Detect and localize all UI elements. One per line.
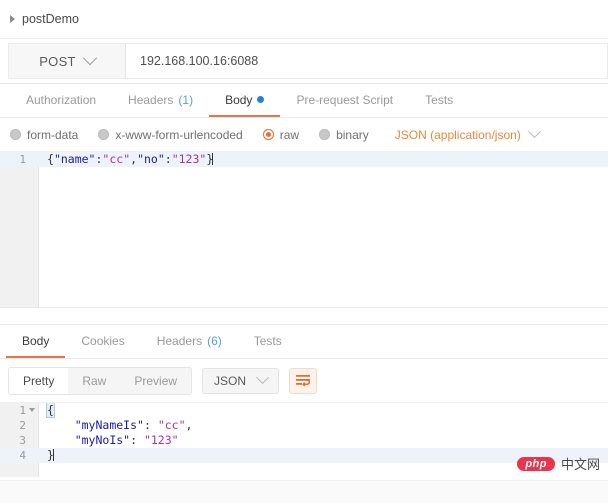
text-caret [52,449,54,461]
body-type-binary[interactable]: binary [319,128,369,142]
json-value: "cc" [157,418,186,432]
json-key: "myNoIs" [74,433,131,447]
body-type-raw-label: raw [279,127,300,142]
request-code-line[interactable]: 1 {"name":"cc","no":"123"} [0,152,608,167]
response-tab-headers-count: (6) [207,333,222,348]
json-separator: : [143,418,158,432]
body-type-row: form-data x-www-form-urlencoded raw bina… [0,118,608,152]
tab-pre-request-script[interactable]: Pre-request Script [280,84,409,117]
tab-body-label: Body [225,92,253,107]
request-url-input[interactable]: 192.168.100.16:6088 [126,43,608,79]
request-url-value: 192.168.100.16:6088 [140,54,259,68]
radio-icon [98,129,110,140]
response-code-text: "myNameIs": "cc", [47,418,193,433]
response-code-line[interactable]: 3 "myNoIs": "123" [0,433,608,448]
http-method-label: POST [39,53,76,69]
response-code-line[interactable]: 4 } [0,448,608,463]
json-comma: , [185,418,193,432]
word-wrap-icon [296,374,311,387]
text-caret [212,153,214,165]
line-number: 2 [19,419,26,432]
tab-headers-count: (1) [178,92,194,107]
chevron-down-icon [82,51,97,66]
tab-tests-label: Tests [425,92,454,107]
tab-body[interactable]: Body [209,84,281,117]
json-value: "123" [143,433,179,447]
body-type-urlencoded[interactable]: x-www-form-urlencoded [98,127,243,142]
content-type-dropdown[interactable]: JSON (application/json) [394,125,541,142]
response-code-text: { [46,403,55,418]
tab-tests[interactable]: Tests [409,84,469,117]
response-tab-tests-label: Tests [253,333,282,348]
request-tab-bar: Authorization Headers (1) Body Pre-reque… [0,84,608,118]
code-key-name: "name" [53,152,96,166]
tab-pre-request-script-label: Pre-request Script [296,92,394,107]
content-type-label: JSON (application/json) [394,127,521,142]
view-mode-raw-label: Raw [82,373,107,388]
unsaved-dot-icon [257,96,265,103]
body-type-form-data[interactable]: form-data [10,128,78,142]
response-section-divider [0,308,608,325]
view-mode-raw[interactable]: Raw [68,368,120,394]
radio-icon [10,129,21,140]
response-code-text: } [47,448,54,463]
response-tab-cookies[interactable]: Cookies [65,325,140,358]
response-tab-tests[interactable]: Tests [238,325,298,358]
code-value-123: "123" [171,152,207,166]
request-url-bar: POST 192.168.100.16:6088 [0,38,608,84]
response-tab-headers-label: Headers [156,333,203,348]
body-type-binary-label: binary [336,127,369,142]
tab-authorization[interactable]: Authorization [10,84,112,117]
body-type-form-data-label: form-data [27,127,79,142]
chevron-down-icon [527,125,541,139]
response-tab-bar: Body Cookies Headers (6) Tests [0,325,608,359]
line-number: 4 [19,449,26,462]
tab-headers-label: Headers [128,92,174,107]
response-view-mode-group: Pretty Raw Preview [8,366,193,395]
fold-triangle-icon[interactable] [29,408,35,412]
breadcrumb: postDemo [0,0,608,38]
view-mode-preview-label: Preview [134,373,178,388]
response-editor-code[interactable]: 1 { 2 "myNameIs": "cc", 3 "myNoIs": "123… [0,403,608,477]
response-toolbar: Pretty Raw Preview JSON [0,359,608,403]
request-body-editor[interactable]: 1 {"name":"cc","no":"123"} [0,152,608,308]
response-code-line[interactable]: 1 { [0,403,608,418]
code-key-no: "no" [137,152,165,166]
response-code-line[interactable]: 2 "myNameIs": "cc", [0,418,608,433]
line-number: 1 [19,153,26,166]
request-editor-code[interactable]: 1 {"name":"cc","no":"123"} [0,152,608,307]
code-value-cc: "cc" [102,152,131,166]
radio-selected-icon [262,129,274,140]
line-number: 1 [19,404,26,417]
json-separator: : [130,433,144,447]
response-code-text: "myNoIs": "123" [47,433,179,448]
body-type-raw[interactable]: raw [262,127,300,142]
code-open-brace: { [47,152,54,166]
view-mode-pretty-label: Pretty [23,373,55,388]
tab-authorization-label: Authorization [26,92,97,107]
http-method-dropdown[interactable]: POST [8,43,126,79]
triangle-right-icon[interactable] [10,15,15,23]
response-format-label: JSON [214,373,247,388]
response-tab-cookies-label: Cookies [81,333,125,348]
radio-icon [319,129,331,140]
footer-strip [0,480,608,503]
view-mode-preview[interactable]: Preview [120,368,191,394]
code-open-brace: { [46,403,55,418]
json-key: "myNameIs" [74,418,144,432]
line-number: 3 [19,434,26,447]
tab-headers[interactable]: Headers (1) [112,84,209,117]
view-mode-pretty[interactable]: Pretty [9,367,69,394]
request-code-text: {"name":"cc","no":"123"} [47,152,214,167]
chevron-down-icon [256,371,269,385]
response-format-dropdown[interactable]: JSON [202,367,280,394]
body-type-urlencoded-label: x-www-form-urlencoded [115,127,243,142]
response-tab-headers[interactable]: Headers (6) [141,325,238,358]
response-body-editor[interactable]: 1 { 2 "myNameIs": "cc", 3 "myNoIs": "123… [0,403,608,477]
response-tab-body[interactable]: Body [6,325,66,358]
response-tab-body-label: Body [22,333,50,348]
code-colon-2: : [164,152,172,166]
breadcrumb-label[interactable]: postDemo [22,12,79,26]
word-wrap-toggle[interactable] [289,367,318,394]
